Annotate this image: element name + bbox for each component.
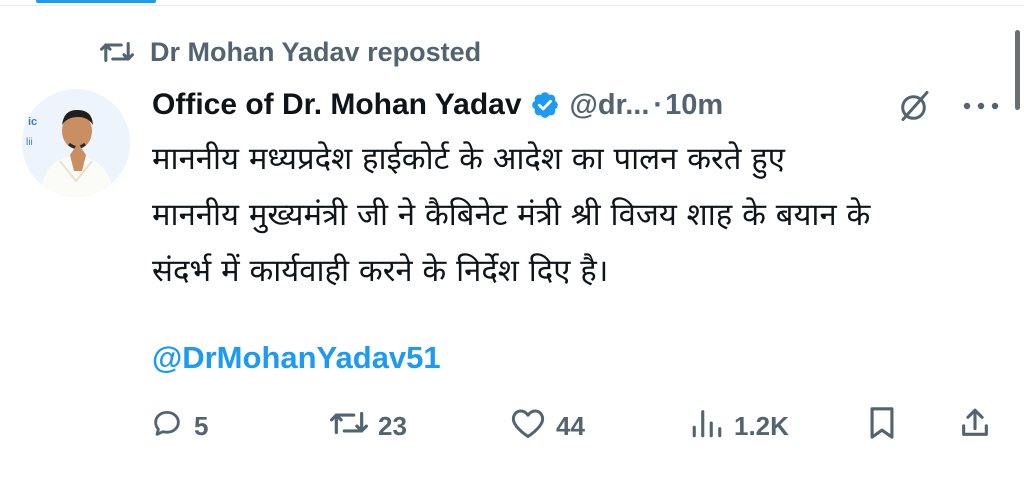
tweet-line: माननीय मुख्यमंत्री जी ने कैबिनेट मंत्री … [152, 197, 871, 233]
like-button[interactable]: 44 [510, 402, 585, 450]
top-divider [0, 5, 1024, 6]
tweet-line: संदर्भ में कार्यवाही करने के निर्देश दिए… [152, 253, 609, 289]
svg-text:lii: lii [26, 137, 33, 148]
action-bar: 5 23 44 1.2K [150, 402, 1004, 450]
verified-badge-icon [530, 90, 560, 120]
header-separator: · [653, 88, 664, 121]
mention-link[interactable]: @DrMohanYadav51 [152, 340, 441, 376]
tweet-text: माननीय मध्यप्रदेश हाईकोर्ट के आदेश का पा… [152, 131, 1012, 299]
svg-text:ic: ic [28, 116, 37, 128]
more-options-icon[interactable] [960, 90, 1002, 122]
repost-action-icon [330, 407, 368, 446]
timestamp[interactable]: 10m [665, 89, 723, 122]
repost-button[interactable]: 23 [330, 402, 407, 450]
like-count: 44 [556, 410, 585, 441]
bookmark-button[interactable] [866, 402, 898, 450]
display-name[interactable]: Office of Dr. Mohan Yadav [152, 88, 522, 122]
heart-icon [510, 406, 546, 447]
tweet-header: Office of Dr. Mohan Yadav @dr... · 10m [152, 84, 1000, 126]
scrollbar[interactable] [1015, 30, 1020, 110]
avatar[interactable]: ic lii [22, 89, 130, 197]
repost-icon [98, 37, 136, 67]
repost-count: 23 [378, 410, 407, 441]
repost-text: Dr Mohan Yadav reposted [150, 36, 482, 67]
share-button[interactable] [958, 402, 992, 450]
author-handle[interactable]: @dr... [570, 89, 650, 122]
share-icon [958, 406, 992, 447]
views-count: 1.2K [734, 410, 789, 441]
views-button[interactable]: 1.2K [690, 402, 789, 450]
tweet-line: माननीय मध्यप्रदेश हाईकोर्ट के आदेश का पा… [152, 141, 785, 177]
tab-indicator [36, 0, 156, 3]
bookmark-icon [866, 406, 898, 447]
tweet-screen: Dr Mohan Yadav reposted ic lii Office of… [0, 0, 1024, 481]
reply-button[interactable]: 5 [150, 402, 208, 450]
reply-count: 5 [194, 410, 209, 441]
grok-icon[interactable] [895, 86, 935, 126]
views-chart-icon [690, 407, 724, 446]
repost-context[interactable]: Dr Mohan Yadav reposted [98, 34, 481, 70]
reply-icon [150, 406, 184, 447]
